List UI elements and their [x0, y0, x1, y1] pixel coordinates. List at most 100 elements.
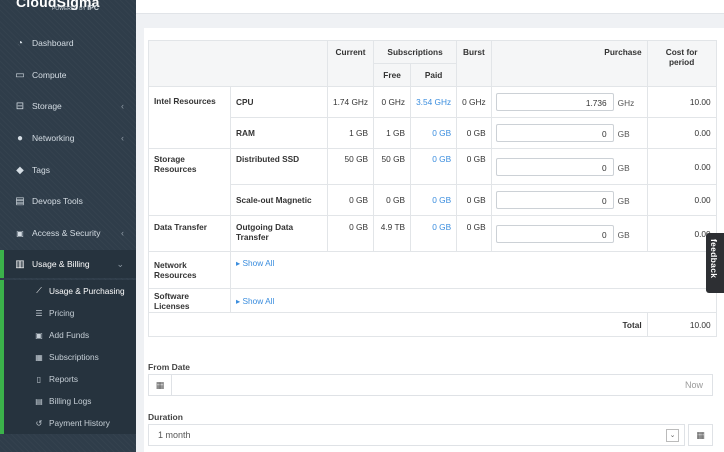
burst-value: 0 GB: [456, 117, 492, 149]
line-chart-icon: ⟋: [36, 286, 42, 295]
chevron-left-icon: ‹: [121, 133, 124, 143]
globe-icon: ●: [16, 132, 24, 144]
purchase-input[interactable]: 0: [495, 224, 614, 243]
current-value: 0 GB: [326, 184, 375, 216]
table-row: Storage Resources Distributed SSD 50 GB …: [148, 148, 717, 216]
purchase-cell: 0 GB: [490, 215, 648, 252]
from-date-label: From Date: [148, 362, 191, 372]
nav-usage-billing[interactable]: ▥ Usage & Billing ⌄: [0, 250, 136, 278]
group-label: Storage Resources: [148, 148, 231, 216]
lock-icon: ▣: [16, 228, 24, 238]
table-row: Scale-out Magnetic 0 GB 0 GB 0 GB 0 GB 0…: [149, 184, 717, 216]
header-purchase: Purchase: [490, 40, 648, 87]
nav-devops-tools[interactable]: ▤ Devops Tools: [0, 187, 136, 215]
duration-value: 1 month: [158, 430, 191, 440]
header-paid: Paid: [410, 63, 458, 87]
resource-name: CPU: [230, 86, 328, 118]
top-bar: [136, 0, 724, 14]
purchase-cell: 0 GB: [490, 148, 648, 185]
resource-name: RAM: [230, 117, 328, 149]
free-value: 0 GB: [373, 184, 412, 216]
resource-name: Outgoing Data Transfer: [230, 215, 328, 252]
chevron-down-icon: ⌄: [116, 258, 124, 269]
current-value: 1 GB: [326, 117, 375, 149]
header-cost: Cost for period: [646, 40, 717, 87]
header-free: Free: [373, 63, 412, 87]
show-all-licenses-link[interactable]: Show All: [242, 296, 274, 306]
total-value: 10.00: [646, 312, 717, 337]
subnav-subscriptions[interactable]: ▦ Subscriptions: [0, 346, 136, 368]
table-row: Intel Resources CPU 1.74 GHz 0 GHz 3.54 …: [148, 86, 717, 149]
subnav-reports[interactable]: ▯ Reports: [0, 368, 136, 390]
from-date-value: Now: [684, 380, 703, 390]
nav-tags[interactable]: ◆ Tags: [0, 156, 136, 184]
from-date-field[interactable]: ▦ Now: [148, 374, 713, 396]
header-burst: Burst: [456, 40, 492, 87]
purchase-input[interactable]: 0: [495, 191, 614, 209]
current-value: 0 GB: [326, 215, 375, 252]
paid-link[interactable]: 0 GB: [410, 215, 458, 252]
monitor-icon: ▭: [15, 69, 25, 81]
chevron-down-icon[interactable]: ⌄: [666, 429, 679, 442]
purchase-input[interactable]: 0: [495, 124, 614, 142]
purchase-input[interactable]: 1.736: [495, 93, 614, 111]
purchase-cell: 1.736 GHz: [490, 86, 648, 118]
storage-icon: ⊟: [15, 100, 25, 112]
show-all-cell: ▸ Show All: [230, 251, 717, 289]
chevron-left-icon: ‹: [121, 228, 124, 238]
paid-link[interactable]: 0 GB: [410, 148, 458, 185]
duration-calendar-icon[interactable]: ▦: [688, 424, 713, 446]
list-icon: ☰: [35, 308, 43, 318]
free-value: 50 GB: [373, 148, 412, 185]
subnav-billing-logs[interactable]: ▤ Billing Logs: [0, 390, 136, 412]
free-value: 1 GB: [373, 117, 412, 149]
group-label: Intel Resources: [148, 86, 231, 149]
calendar-icon[interactable]: ▦: [149, 375, 172, 395]
total-label: Total: [148, 312, 648, 337]
dashboard-icon: ◔: [16, 37, 24, 49]
current-value: 1.74 GHz: [326, 86, 375, 118]
feedback-tab[interactable]: feedback: [706, 233, 724, 293]
nav-networking[interactable]: ● Networking ‹: [0, 124, 136, 152]
sidebar: CloudSigma POWERED BY IPC ◔ Dashboard ▭ Co…: [0, 0, 136, 452]
subnav-add-funds[interactable]: ▣ Add Funds: [0, 324, 136, 346]
purchase-unit: GB: [617, 196, 630, 206]
duration-select[interactable]: 1 month ⌄: [148, 424, 685, 446]
free-value: 0 GHz: [373, 86, 412, 118]
purchase-unit: GB: [617, 129, 630, 139]
purchase-input[interactable]: 0: [495, 157, 614, 176]
purchase-unit: GB: [617, 229, 630, 240]
paid-link[interactable]: 3.54 GHz: [410, 86, 458, 118]
show-all-network-link[interactable]: Show All: [242, 258, 274, 268]
table-row: Data Transfer Outgoing Data Transfer 0 G…: [148, 215, 717, 252]
free-value: 4.9 TB: [373, 215, 412, 252]
nav-storage[interactable]: ⊟ Storage ‹: [0, 92, 136, 120]
money-icon: ▣: [35, 330, 43, 340]
group-label: Data Transfer: [148, 215, 231, 252]
cost-value: 10.00: [646, 86, 717, 118]
nav-dashboard[interactable]: ◔ Dashboard: [0, 29, 136, 57]
table-row: Network Resources ▸ Show All: [148, 251, 717, 289]
resource-name: Distributed SSD: [230, 148, 328, 185]
group-label: Network Resources: [148, 251, 231, 289]
burst-value: 0 GB: [456, 184, 492, 216]
nav-compute[interactable]: ▭ Compute: [0, 61, 136, 89]
paid-link[interactable]: 0 GB: [410, 117, 458, 149]
header-current: Current: [326, 40, 375, 87]
usage-table: Current Subscriptions Burst Purchase Cos…: [148, 40, 717, 337]
purchase-cell: 0 GB: [490, 117, 648, 149]
purchase-unit: GHz: [617, 98, 635, 108]
subnav-usage-purchasing[interactable]: ⟋ Usage & Purchasing: [0, 280, 136, 302]
calendar-icon: ▦: [35, 352, 43, 362]
show-all-cell: ▸ Show All: [230, 288, 717, 313]
paid-link[interactable]: 0 GB: [410, 184, 458, 216]
table-row: Software Licenses ▸ Show All: [148, 288, 717, 313]
chevron-left-icon: ‹: [121, 101, 124, 111]
cost-value: 0.00: [646, 117, 717, 149]
devops-icon: ▤: [15, 195, 25, 207]
purchase-unit: GB: [617, 162, 630, 173]
burst-value: 0 GB: [456, 215, 492, 252]
subnav-payment-history[interactable]: ↺ Payment History: [0, 412, 136, 434]
nav-access-security[interactable]: ▣ Access & Security ‹: [0, 219, 136, 247]
subnav-pricing[interactable]: ☰ Pricing: [0, 302, 136, 324]
